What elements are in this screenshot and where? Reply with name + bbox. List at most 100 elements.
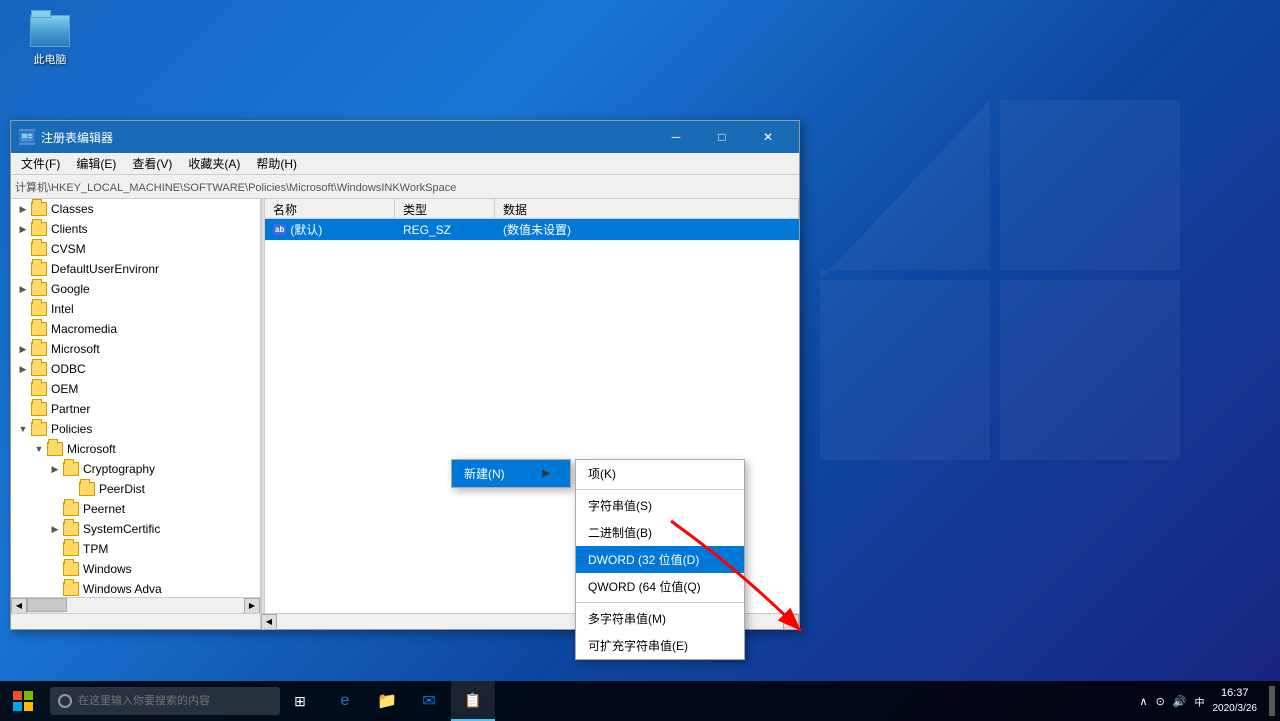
tree-label-odbc: ODBC	[51, 362, 86, 376]
folder-icon-cvsm	[31, 242, 47, 256]
folder-icon-classes	[31, 202, 47, 216]
tree-item-cryptography[interactable]: ▶ Cryptography	[11, 459, 260, 479]
tree-label-classes: Classes	[51, 202, 94, 216]
tree-item-clients[interactable]: ▶ Clients	[11, 219, 260, 239]
ab-icon: ab	[273, 224, 286, 235]
tray-ime[interactable]: 中	[1195, 694, 1205, 709]
taskbar-explorer[interactable]: 📁	[367, 681, 407, 721]
tray-expand[interactable]: ∧	[1140, 695, 1148, 708]
tree-item-defaultuser[interactable]: ▶ DefaultUserEnvironr	[11, 259, 260, 279]
tree-label-cryptography: Cryptography	[83, 462, 155, 476]
submenu-separator	[576, 489, 744, 490]
tree-item-intel[interactable]: ▶ Intel	[11, 299, 260, 319]
tree-label-defaultuser: DefaultUserEnvironr	[51, 262, 159, 276]
expand-icon-microsoft-top[interactable]: ▶	[15, 341, 31, 357]
maximize-button[interactable]: □	[699, 121, 745, 153]
app-icon	[19, 129, 35, 145]
expand-icon-classes[interactable]: ▶	[15, 201, 31, 217]
tree-item-google[interactable]: ▶ Google	[11, 279, 260, 299]
desktop-icon-label: 此电脑	[34, 51, 67, 67]
tree-hscroll-thumb[interactable]	[27, 598, 67, 612]
tree-label-windows: Windows	[83, 562, 132, 576]
expand-icon-odbc[interactable]: ▶	[15, 361, 31, 377]
tree-item-systemcertific[interactable]: ▶ SystemCertific	[11, 519, 260, 539]
tree-item-odbc[interactable]: ▶ ODBC	[11, 359, 260, 379]
folder-icon-windows-adva	[63, 582, 79, 596]
tree-label-clients: Clients	[51, 222, 88, 236]
menu-edit[interactable]: 编辑(E)	[68, 153, 124, 175]
tree-scroll[interactable]: ▶ Classes ▶ Clients ▶ CVSM	[11, 199, 260, 597]
tree-item-cvsm[interactable]: ▶ CVSM	[11, 239, 260, 259]
tree-item-partner[interactable]: ▶ Partner	[11, 399, 260, 419]
col-header-name: 名称	[265, 199, 395, 219]
folder-icon-tpm	[63, 542, 79, 556]
context-menu-item-new[interactable]: 新建(N) ▶	[452, 460, 570, 487]
tree-item-macromedia[interactable]: ▶ Macromedia	[11, 319, 260, 339]
expand-icon-cryptography[interactable]: ▶	[47, 461, 63, 477]
taskbar-ie[interactable]: e	[325, 681, 365, 721]
folder-icon-google	[31, 282, 47, 296]
submenu-item-string[interactable]: 字符串值(S)	[576, 492, 744, 519]
search-input[interactable]	[78, 695, 258, 707]
tree-hscroll-right[interactable]: ▶	[244, 598, 260, 614]
tree-hscroll-left[interactable]: ◀	[11, 598, 27, 614]
tree-label-cvsm: CVSM	[51, 242, 86, 256]
tree-item-microsoft-policies[interactable]: ▼ Microsoft	[11, 439, 260, 459]
taskbar: ⊞ e 📁 ✉ 📋 ∧ ⊙ 🔊 中 16:37 2020/3/26	[0, 681, 1280, 721]
taskbar-time: 16:37	[1213, 686, 1258, 701]
tree-item-oem[interactable]: ▶ OEM	[11, 379, 260, 399]
value-hscroll-left[interactable]: ◀	[261, 614, 277, 630]
expand-icon-google[interactable]: ▶	[15, 281, 31, 297]
expand-icon-clients[interactable]: ▶	[15, 221, 31, 237]
menu-favorites[interactable]: 收藏夹(A)	[180, 153, 248, 175]
taskbar-search[interactable]	[50, 687, 280, 715]
expand-icon-systemcertific[interactable]: ▶	[47, 521, 63, 537]
tree-item-microsoft-top[interactable]: ▶ Microsoft	[11, 339, 260, 359]
minimize-button[interactable]: ─	[653, 121, 699, 153]
submenu-item-binary[interactable]: 二进制值(B)	[576, 519, 744, 546]
folder-icon-peerdist	[79, 482, 95, 496]
tree-item-tpm[interactable]: ▶ TPM	[11, 539, 260, 559]
folder-icon-macromedia	[31, 322, 47, 336]
menu-help[interactable]: 帮助(H)	[248, 153, 305, 175]
tree-label-peernet: Peernet	[83, 502, 125, 516]
windows-watermark	[800, 80, 1200, 480]
tree-label-oem: OEM	[51, 382, 78, 396]
submenu-item-qword[interactable]: QWORD (64 位值(Q)	[576, 573, 744, 600]
close-button[interactable]: ✕	[745, 121, 791, 153]
tree-item-classes[interactable]: ▶ Classes	[11, 199, 260, 219]
start-button[interactable]	[0, 681, 45, 721]
tree-hscroll[interactable]: ◀ ▶	[11, 597, 260, 613]
submenu-item-multistring[interactable]: 多字符串值(M)	[576, 605, 744, 632]
submenu-item-expandstring[interactable]: 可扩充字符串值(E)	[576, 632, 744, 659]
taskbar-tray: ∧ ⊙ 🔊 中 16:37 2020/3/26	[1140, 686, 1280, 716]
col-header-data: 数据	[495, 199, 799, 219]
submenu-item-dword[interactable]: DWORD (32 位值(D)	[576, 546, 744, 573]
taskview-button[interactable]: ⊞	[280, 681, 320, 721]
tree-item-policies[interactable]: ▼ Policies	[11, 419, 260, 439]
menu-bar: 文件(F) 编辑(E) 查看(V) 收藏夹(A) 帮助(H)	[11, 153, 799, 175]
menu-file[interactable]: 文件(F)	[13, 153, 68, 175]
tree-hscroll-track[interactable]	[27, 598, 244, 614]
value-hscroll-right[interactable]: ▶	[783, 614, 799, 630]
folder-icon-odbc	[31, 362, 47, 376]
tree-item-windows[interactable]: ▶ Windows	[11, 559, 260, 579]
submenu-item-key[interactable]: 项(K)	[576, 460, 744, 487]
show-desktop-button[interactable]	[1269, 686, 1275, 716]
taskbar-datetime[interactable]: 16:37 2020/3/26	[1213, 686, 1258, 715]
desktop: 此电脑 注册表编辑器 ─ □ ✕ 文件(F) 编辑(E)	[0, 0, 1280, 721]
value-row-default[interactable]: ab (默认) REG_SZ (数值未设置)	[265, 219, 799, 241]
tree-item-peerdist[interactable]: ▶ PeerDist	[11, 479, 260, 499]
tray-network[interactable]: ⊙	[1156, 695, 1165, 708]
tray-volume[interactable]: 🔊	[1173, 695, 1187, 708]
tree-item-peernet[interactable]: ▶ Peernet	[11, 499, 260, 519]
expand-icon-policies[interactable]: ▼	[15, 421, 31, 437]
taskbar-mail[interactable]: ✉	[409, 681, 449, 721]
expand-icon-microsoft-policies[interactable]: ▼	[31, 441, 47, 457]
desktop-icon-mycomputer[interactable]: 此电脑	[15, 15, 85, 67]
menu-view[interactable]: 查看(V)	[124, 153, 180, 175]
tree-label-windows-adva: Windows Adva	[83, 582, 162, 596]
mycomputer-icon	[30, 15, 70, 47]
taskbar-regedit[interactable]: 📋	[451, 681, 495, 721]
tree-item-windows-adva[interactable]: ▶ Windows Adva	[11, 579, 260, 597]
